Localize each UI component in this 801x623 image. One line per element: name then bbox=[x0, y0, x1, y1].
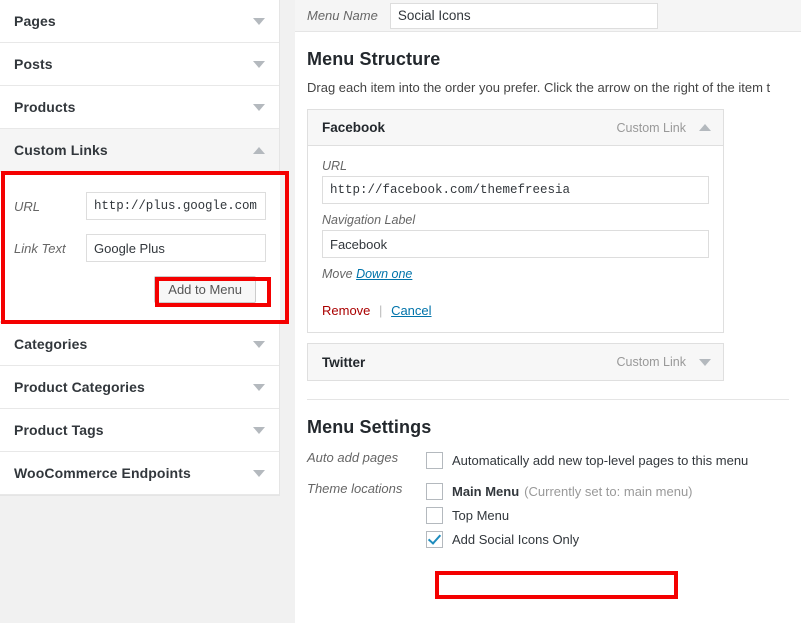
theme-locations-label: Theme locations bbox=[307, 479, 426, 496]
main-menu-label: Main Menu bbox=[452, 484, 519, 499]
chevron-down-icon[interactable] bbox=[253, 384, 265, 391]
add-social-icons-only-checkbox[interactable] bbox=[426, 531, 443, 548]
menu-item-title: Facebook bbox=[322, 120, 385, 135]
custom-link-actions: Add to Menu bbox=[14, 276, 266, 303]
add-menu-items-sidebar: Pages Posts Products Custom Links URL Li… bbox=[0, 0, 280, 623]
chevron-down-icon[interactable] bbox=[253, 341, 265, 348]
section-divider bbox=[307, 399, 789, 400]
chevron-down-icon[interactable] bbox=[253, 104, 265, 111]
custom-link-text-row: Link Text bbox=[14, 234, 266, 262]
menu-structure-title: Menu Structure bbox=[307, 49, 789, 70]
sidebar-panel-label: Products bbox=[14, 99, 75, 115]
theme-location-add-social-icons-only[interactable]: Add Social Icons Only bbox=[426, 527, 789, 551]
main-menu-checkbox[interactable] bbox=[426, 483, 443, 500]
sidebar-panel-label: WooCommerce Endpoints bbox=[14, 465, 191, 481]
custom-links-form: URL Link Text Add to Menu bbox=[0, 172, 280, 322]
menu-item-header[interactable]: Twitter Custom Link bbox=[308, 344, 723, 380]
chevron-down-icon[interactable] bbox=[253, 18, 265, 25]
action-separator: | bbox=[379, 303, 382, 318]
menu-settings-title: Menu Settings bbox=[307, 417, 789, 438]
top-menu-checkbox[interactable] bbox=[426, 507, 443, 524]
menu-name-bar: Menu Name bbox=[295, 0, 801, 32]
menu-item-facebook[interactable]: Facebook Custom Link URL Navigation Labe… bbox=[307, 109, 724, 333]
menu-item-title: Twitter bbox=[322, 355, 365, 370]
chevron-down-icon[interactable] bbox=[253, 427, 265, 434]
sidebar-panel-posts[interactable]: Posts bbox=[0, 43, 279, 86]
chevron-down-icon[interactable] bbox=[253, 61, 265, 68]
menu-item-body: URL Navigation Label Move Down one Remov… bbox=[308, 146, 723, 332]
custom-link-url-label: URL bbox=[14, 199, 86, 214]
custom-link-url-input[interactable] bbox=[86, 192, 266, 220]
sidebar-panel-label: Pages bbox=[14, 13, 56, 29]
move-label: Move bbox=[322, 267, 353, 281]
top-menu-label: Top Menu bbox=[452, 508, 509, 523]
menu-item-move-row: Move Down one bbox=[322, 267, 709, 281]
theme-locations-controls: Main Menu (Currently set to: main menu) … bbox=[426, 479, 789, 551]
menu-name-label: Menu Name bbox=[307, 8, 378, 23]
menu-item-header[interactable]: Facebook Custom Link bbox=[308, 110, 723, 146]
menu-item-meta: Custom Link bbox=[617, 355, 711, 369]
sidebar-panel-products[interactable]: Products bbox=[0, 86, 279, 129]
remove-link[interactable]: Remove bbox=[322, 303, 370, 318]
sidebar-panel-categories[interactable]: Categories bbox=[0, 323, 279, 366]
menu-item-url-label: URL bbox=[322, 159, 709, 173]
theme-location-main-menu[interactable]: Main Menu (Currently set to: main menu) bbox=[426, 479, 789, 503]
auto-add-pages-checkbox-line[interactable]: Automatically add new top-level pages to… bbox=[426, 448, 789, 472]
chevron-up-icon[interactable] bbox=[253, 147, 265, 154]
sidebar-panel-label: Categories bbox=[14, 336, 87, 352]
auto-add-pages-row: Auto add pages Automatically add new top… bbox=[307, 448, 789, 472]
accordion-panels-top: Pages Posts Products Custom Links URL Li… bbox=[0, 0, 280, 323]
chevron-down-icon[interactable] bbox=[253, 470, 265, 477]
sidebar-panel-label: Product Tags bbox=[14, 422, 104, 438]
menu-item-navlabel-label: Navigation Label bbox=[322, 213, 709, 227]
menu-item-type: Custom Link bbox=[617, 121, 686, 135]
sidebar-panel-product-categories[interactable]: Product Categories bbox=[0, 366, 279, 409]
auto-add-pages-label: Auto add pages bbox=[307, 448, 426, 465]
custom-link-text-input[interactable] bbox=[86, 234, 266, 262]
menu-structure-section: Menu Structure Drag each item into the o… bbox=[295, 49, 801, 381]
sidebar-panel-woocommerce-endpoints[interactable]: WooCommerce Endpoints bbox=[0, 452, 279, 495]
menu-item-type: Custom Link bbox=[617, 355, 686, 369]
sidebar-panel-pages[interactable]: Pages bbox=[0, 0, 279, 43]
theme-locations-row: Theme locations Main Menu (Currently set… bbox=[307, 479, 789, 551]
menu-item-twitter[interactable]: Twitter Custom Link bbox=[307, 343, 724, 381]
chevron-up-icon[interactable] bbox=[699, 124, 711, 131]
sidebar-panel-label: Product Categories bbox=[14, 379, 145, 395]
theme-location-top-menu[interactable]: Top Menu bbox=[426, 503, 789, 527]
sidebar-panel-label: Posts bbox=[14, 56, 53, 72]
accordion-panels-bottom: Categories Product Categories Product Ta… bbox=[0, 323, 280, 496]
menu-item-navlabel-input[interactable] bbox=[322, 230, 709, 258]
menu-name-input[interactable] bbox=[390, 3, 658, 29]
menu-settings-section: Menu Settings Auto add pages Automatical… bbox=[295, 417, 801, 551]
custom-link-url-row: URL bbox=[14, 192, 266, 220]
menu-item-url-input[interactable] bbox=[322, 176, 709, 204]
add-social-icons-only-label: Add Social Icons Only bbox=[452, 532, 579, 547]
chevron-down-icon[interactable] bbox=[699, 359, 711, 366]
menu-item-actions: Remove | Cancel bbox=[322, 303, 709, 318]
auto-add-pages-controls: Automatically add new top-level pages to… bbox=[426, 448, 789, 472]
cancel-link[interactable]: Cancel bbox=[391, 303, 431, 318]
menu-item-meta: Custom Link bbox=[617, 121, 711, 135]
sidebar-panel-label: Custom Links bbox=[14, 142, 108, 158]
sidebar-panel-custom-links[interactable]: Custom Links bbox=[0, 129, 279, 172]
auto-add-pages-checkbox[interactable] bbox=[426, 452, 443, 469]
menu-structure-description: Drag each item into the order you prefer… bbox=[307, 80, 789, 95]
menu-editor-content: Menu Name Menu Structure Drag each item … bbox=[295, 0, 801, 623]
main-menu-note: (Currently set to: main menu) bbox=[524, 484, 692, 499]
move-down-one-link[interactable]: Down one bbox=[356, 267, 412, 281]
sidebar-panel-product-tags[interactable]: Product Tags bbox=[0, 409, 279, 452]
auto-add-pages-checkbox-text: Automatically add new top-level pages to… bbox=[452, 453, 748, 468]
add-to-menu-button[interactable]: Add to Menu bbox=[154, 276, 256, 303]
custom-link-text-label: Link Text bbox=[14, 241, 86, 256]
